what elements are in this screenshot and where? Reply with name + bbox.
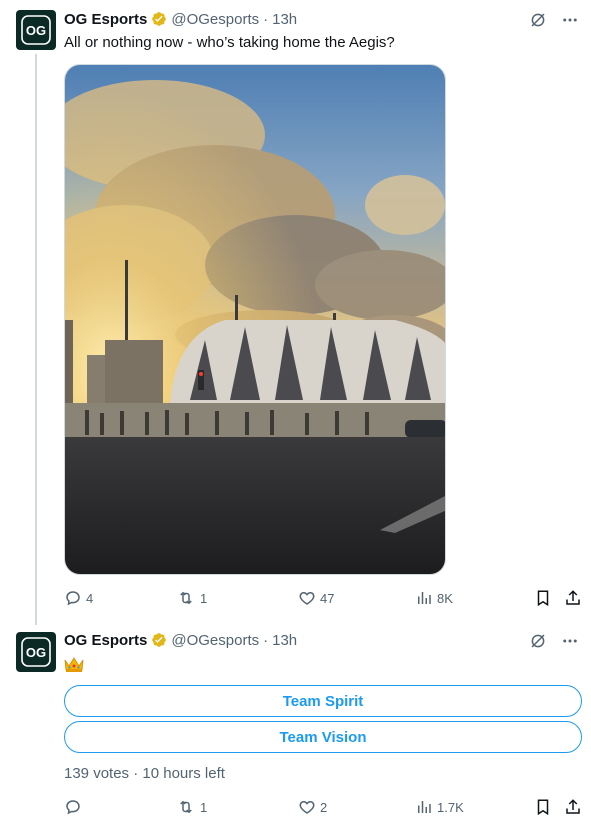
repost-count: 1: [200, 590, 208, 606]
og-logo-icon: OG: [21, 637, 51, 667]
author-name[interactable]: OG Esports: [64, 11, 147, 28]
poll-time-left: 10 hours left: [142, 765, 225, 782]
like-count: 2: [320, 799, 328, 815]
arena-sunset-photo: [65, 65, 445, 574]
avatar[interactable]: OG: [16, 632, 56, 672]
reply-button[interactable]: 4: [64, 587, 93, 609]
bookmark-icon: [537, 799, 549, 816]
svg-text:OG: OG: [26, 645, 46, 660]
poll-option-team-vision[interactable]: Team Vision: [64, 721, 582, 753]
gold-verified-badge-icon[interactable]: [151, 11, 167, 27]
view-count: 1.7K: [437, 799, 464, 815]
svg-text:OG: OG: [26, 23, 46, 38]
tweet-actions: 4 1 47 8K: [64, 587, 584, 609]
thread-connector-line: [35, 54, 37, 625]
poll-meta: 139 votes · 10 hours left: [64, 765, 225, 782]
reply-icon: [66, 591, 80, 606]
grok-icon[interactable]: [527, 630, 549, 652]
grok-icon[interactable]: [527, 9, 549, 31]
separator-dot: ·: [133, 765, 139, 782]
repost-icon: [180, 591, 192, 605]
more-options-icon[interactable]: [559, 9, 581, 31]
author-name[interactable]: OG Esports: [64, 632, 147, 649]
tweet-top-actions: [527, 9, 581, 31]
tweet-2[interactable]: OG OG Esports @OGesports · 13h Team Spir…: [0, 625, 591, 821]
share-button[interactable]: [564, 796, 582, 818]
repost-button[interactable]: 1: [176, 587, 207, 609]
repost-icon: [180, 800, 192, 814]
bookmark-icon: [537, 590, 549, 607]
analytics-icon: [418, 592, 431, 604]
repost-button[interactable]: 1: [176, 796, 207, 818]
bookmark-button[interactable]: [534, 796, 552, 818]
tweet-actions: 1 2 1.7K: [64, 796, 584, 818]
og-logo-icon: OG: [21, 15, 51, 45]
reply-count: 4: [86, 590, 94, 606]
share-icon: [566, 590, 580, 605]
bookmark-button[interactable]: [534, 587, 552, 609]
share-button[interactable]: [564, 587, 582, 609]
like-button[interactable]: 47: [298, 587, 334, 609]
tweet-top-actions: [527, 630, 581, 652]
tweet-photo[interactable]: [64, 64, 446, 575]
reply-icon: [66, 800, 80, 815]
repost-count: 1: [200, 799, 208, 815]
reply-button[interactable]: [64, 796, 86, 818]
separator-dot: ·: [263, 10, 269, 28]
more-options-icon[interactable]: [559, 630, 581, 652]
heart-icon: [299, 591, 315, 605]
poll-votes: 139 votes: [64, 765, 130, 782]
tweet-header: OG Esports @OGesports · 13h: [64, 9, 297, 29]
views-button[interactable]: 8K: [415, 587, 453, 609]
timestamp[interactable]: 13h: [272, 632, 297, 649]
author-handle[interactable]: @OGesports: [171, 11, 259, 28]
view-count: 8K: [437, 590, 453, 606]
share-icon: [566, 799, 580, 814]
analytics-icon: [418, 801, 431, 813]
gold-verified-badge-icon[interactable]: [151, 632, 167, 648]
views-button[interactable]: 1.7K: [415, 796, 464, 818]
author-handle[interactable]: @OGesports: [171, 632, 259, 649]
like-count: 47: [320, 590, 335, 606]
poll-option-team-spirit[interactable]: Team Spirit: [64, 685, 582, 717]
separator-dot: ·: [263, 631, 269, 649]
heart-icon: [299, 800, 315, 814]
like-button[interactable]: 2: [298, 796, 327, 818]
tweet-header: OG Esports @OGesports · 13h: [64, 630, 297, 650]
tweet-1[interactable]: OG OG Esports @OGesports · 13h All or no…: [0, 0, 591, 625]
timestamp[interactable]: 13h: [272, 11, 297, 28]
crown-emoji: [64, 655, 84, 673]
tweet-text: All or nothing now - who’s taking home t…: [64, 34, 395, 51]
avatar[interactable]: OG: [16, 10, 56, 50]
